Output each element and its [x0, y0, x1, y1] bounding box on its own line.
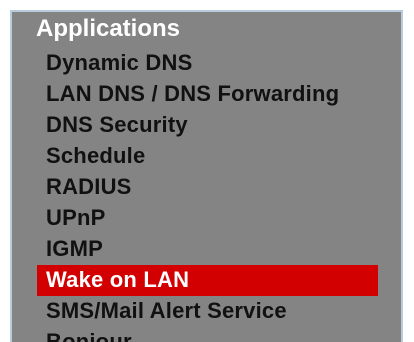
menu-item-label-schedule[interactable]: Schedule: [46, 141, 145, 172]
menu-item-label-dns-security[interactable]: DNS Security: [46, 110, 188, 141]
menu-item-label-bonjour[interactable]: Bonjour: [46, 327, 132, 342]
menu-item-label-dynamic-dns[interactable]: Dynamic DNS: [46, 48, 192, 79]
menu-item-igmp[interactable]: IGMP: [12, 234, 401, 265]
menu-item-schedule[interactable]: Schedule: [12, 141, 401, 172]
applications-menu-panel: Applications Dynamic DNS LAN DNS / DNS F…: [10, 10, 403, 342]
menu-item-label-radius[interactable]: RADIUS: [46, 172, 132, 203]
menu-item-label-igmp[interactable]: IGMP: [46, 234, 103, 265]
menu-item-lan-dns-forwarding[interactable]: LAN DNS / DNS Forwarding: [12, 79, 401, 110]
menu-item-label-upnp[interactable]: UPnP: [46, 203, 105, 234]
menu-item-radius[interactable]: RADIUS: [12, 172, 401, 203]
applications-menu-title: Applications: [36, 15, 181, 42]
menu-item-dynamic-dns[interactable]: Dynamic DNS: [12, 48, 401, 79]
menu-item-bonjour[interactable]: Bonjour: [12, 327, 401, 342]
menu-item-label-sms-mail-alert-service[interactable]: SMS/Mail Alert Service: [46, 296, 287, 327]
menu-item-label-lan-dns-forwarding[interactable]: LAN DNS / DNS Forwarding: [46, 79, 339, 110]
menu-item-wake-on-lan[interactable]: Wake on LAN: [12, 265, 401, 296]
menu-item-label-wake-on-lan[interactable]: Wake on LAN: [46, 265, 189, 296]
menu-item-upnp[interactable]: UPnP: [12, 203, 401, 234]
menu-item-dns-security[interactable]: DNS Security: [12, 110, 401, 141]
applications-menu-list: Dynamic DNS LAN DNS / DNS Forwarding DNS…: [12, 48, 401, 342]
menu-item-sms-mail-alert-service[interactable]: SMS/Mail Alert Service: [12, 296, 401, 327]
